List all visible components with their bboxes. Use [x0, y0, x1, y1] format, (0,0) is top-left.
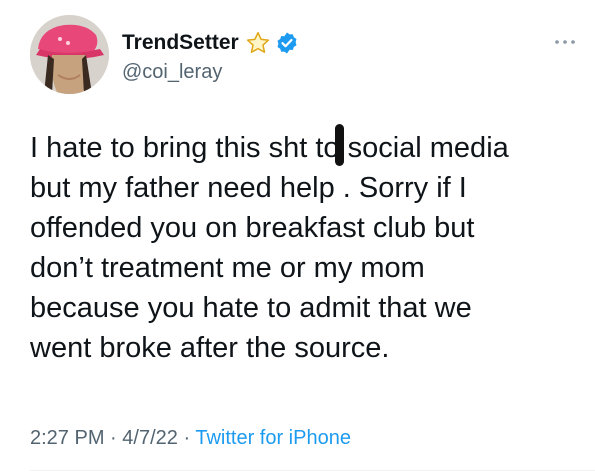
- tweet-line: went broke after the source.: [30, 332, 390, 364]
- tweet-line: don’t treatment me or my mom: [30, 252, 425, 284]
- tweet-line: offended you on breakfast club but: [30, 212, 475, 244]
- author-header[interactable]: TrendSetter: [122, 30, 299, 56]
- meta-separator: ·: [110, 427, 117, 449]
- tweet-source-link[interactable]: Twitter for iPhone: [195, 427, 351, 449]
- avatar-photo: [30, 15, 109, 94]
- tweet-text: I hate to bring this sht to social media…: [30, 124, 586, 368]
- tweet-date[interactable]: 4/7/22: [122, 427, 178, 449]
- star-icon: [246, 31, 269, 53]
- avatar[interactable]: [30, 15, 109, 94]
- tweet-meta: 2:27 PM · 4/7/22 · Twitter for iPhone: [30, 427, 351, 450]
- tweet-line: but my father need help . Sorry if I: [30, 172, 467, 204]
- tweet-card: TrendSetter @coi_leray I hate to bring t…: [0, 0, 595, 476]
- tweet-line-segment: t to social media: [299, 132, 509, 164]
- meta-separator: ·: [183, 427, 191, 449]
- censor-mark: [335, 124, 344, 166]
- tweet-line: I hate to bring this sht to social media: [30, 124, 586, 168]
- tweet-time[interactable]: 2:27 PM: [30, 427, 104, 449]
- author-handle[interactable]: @coi_leray: [122, 61, 222, 84]
- tweet-line: because you hate to admit that we: [30, 292, 472, 324]
- verified-icon: [277, 32, 297, 54]
- divider: [30, 470, 595, 471]
- tweet-line-segment: I hate to bring this sh: [30, 132, 300, 164]
- author-name[interactable]: TrendSetter: [122, 31, 239, 55]
- more-options-icon[interactable]: [553, 36, 577, 48]
